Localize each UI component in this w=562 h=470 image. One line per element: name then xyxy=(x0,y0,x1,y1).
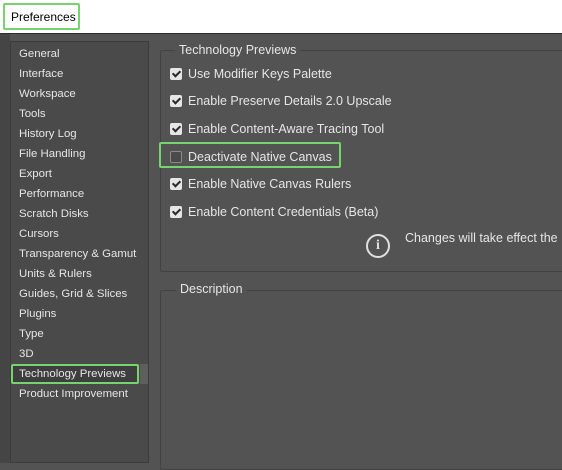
sidebar-scrollbar[interactable] xyxy=(140,364,148,384)
sidebar-item-file-handling[interactable]: File Handling xyxy=(19,148,85,160)
sidebar-item-history-log[interactable]: History Log xyxy=(19,128,77,140)
option-deactivate-native-canvas[interactable]: Deactivate Native Canvas xyxy=(170,149,332,165)
window-edge xyxy=(0,34,10,463)
sidebar-item-scratch-disks[interactable]: Scratch Disks xyxy=(19,208,89,220)
option-label: Enable Native Canvas Rulers xyxy=(188,177,352,191)
option-label: Enable Content Credentials (Beta) xyxy=(188,205,379,219)
title-bar: Preferences xyxy=(0,0,562,33)
info-icon: i xyxy=(366,234,390,258)
option-use-modifier-keys-palette[interactable]: Use Modifier Keys Palette xyxy=(170,66,332,82)
title-divider xyxy=(0,33,562,34)
checkbox-checked[interactable] xyxy=(170,206,182,218)
description-group xyxy=(160,290,562,470)
technology-previews-heading: Technology Previews xyxy=(175,43,301,57)
sidebar-item-workspace[interactable]: Workspace xyxy=(19,88,76,100)
sidebar-item-interface[interactable]: Interface xyxy=(19,68,63,80)
sidebar-item-technology-previews[interactable]: Technology Previews xyxy=(19,368,126,380)
option-content-aware-tracing[interactable]: Enable Content-Aware Tracing Tool xyxy=(170,121,384,137)
option-label: Deactivate Native Canvas xyxy=(188,150,332,164)
sidebar-item-guides-grid-slices[interactable]: Guides, Grid & Slices xyxy=(19,288,127,300)
sidebar-item-tools[interactable]: Tools xyxy=(19,108,46,120)
sidebar-item-type[interactable]: Type xyxy=(19,328,44,340)
window-title: Preferences xyxy=(11,10,76,24)
sidebar-item-cursors[interactable]: Cursors xyxy=(19,228,59,240)
option-content-credentials[interactable]: Enable Content Credentials (Beta) xyxy=(170,204,378,220)
sidebar-item-performance[interactable]: Performance xyxy=(19,188,84,200)
checkbox-checked[interactable] xyxy=(170,95,182,107)
description-heading: Description xyxy=(176,282,247,296)
sidebar-item-units-rulers[interactable]: Units & Rulers xyxy=(19,268,92,280)
option-label: Enable Preserve Details 2.0 Upscale xyxy=(188,94,392,108)
option-label: Enable Content-Aware Tracing Tool xyxy=(188,122,385,136)
checkbox-checked[interactable] xyxy=(170,68,182,80)
sidebar-item-plugins[interactable]: Plugins xyxy=(19,308,56,320)
option-native-canvas-rulers[interactable]: Enable Native Canvas Rulers xyxy=(170,176,351,192)
preferences-sidebar: General Interface Workspace Tools Histor… xyxy=(10,41,149,463)
option-label: Use Modifier Keys Palette xyxy=(188,67,332,81)
sidebar-item-transparency-gamut[interactable]: Transparency & Gamut xyxy=(19,248,136,260)
sidebar-item-product-improvement[interactable]: Product Improvement xyxy=(19,388,128,400)
option-preserve-details-upscale[interactable]: Enable Preserve Details 2.0 Upscale xyxy=(170,93,392,109)
sidebar-item-3d[interactable]: 3D xyxy=(19,348,34,360)
checkbox-checked[interactable] xyxy=(170,178,182,190)
sidebar-item-export[interactable]: Export xyxy=(19,168,52,180)
checkbox-checked[interactable] xyxy=(170,123,182,135)
checkbox-unchecked[interactable] xyxy=(170,151,182,163)
sidebar-item-general[interactable]: General xyxy=(19,48,60,60)
restart-notice: Changes will take effect the xyxy=(405,231,558,245)
